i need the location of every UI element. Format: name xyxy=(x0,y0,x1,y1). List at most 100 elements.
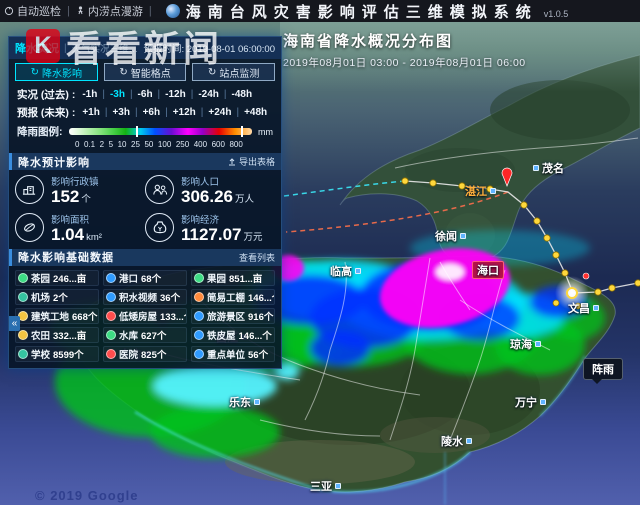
future-option-+3h[interactable]: +3h xyxy=(112,107,130,118)
base-data-section-header: 降水影响基础数据 查看列表 xyxy=(9,249,281,266)
header-separator: | xyxy=(64,43,67,54)
future-option-+48h[interactable]: +48h xyxy=(244,107,267,118)
city-label-wanning[interactable]: 万宁 xyxy=(515,394,546,410)
tab-precip-live[interactable]: 降水实况 xyxy=(15,40,59,56)
city-label-ledong[interactable]: 乐东 xyxy=(229,394,260,410)
base-data-title: 降水影响基础数据 xyxy=(18,249,114,265)
city-label-haikou[interactable]: 海口 xyxy=(472,261,504,279)
mode-button-smart-grid[interactable]: ↻ 智能格点 xyxy=(104,63,187,81)
category-dot-icon xyxy=(106,311,116,321)
future-option-+24h[interactable]: +24h xyxy=(208,107,231,118)
past-time-row: 实况 (过去) : -1h| -3h| -6h| -12h| -24h| -48… xyxy=(9,85,281,103)
refresh-icon: ↻ xyxy=(31,67,39,78)
category-dot-icon xyxy=(194,330,204,340)
legend-marker xyxy=(241,126,243,137)
category-dot-icon xyxy=(18,330,28,340)
base-item-farmland[interactable]: 农田332...亩 xyxy=(15,327,99,343)
legend-ticks: 00.1 25 1025 50100 250400 600800 xyxy=(17,139,273,149)
map-time-range: 2019年08月01日 03:00 - 2019年08月01日 06:00 xyxy=(283,55,526,70)
walking-person-icon xyxy=(76,6,85,17)
google-credit: © 2019 Google xyxy=(35,488,139,503)
category-dot-icon xyxy=(194,273,204,283)
area-icon xyxy=(22,220,37,235)
base-item-tea-garden[interactable]: 茶园246...亩 xyxy=(15,270,99,286)
refresh-icon: ↻ xyxy=(119,67,127,78)
mode-button-station-monitor[interactable]: ↻ 站点监测 xyxy=(192,63,275,81)
app-logo-icon xyxy=(166,4,180,18)
base-item-port[interactable]: 港口68个 xyxy=(103,270,187,286)
base-item-shed[interactable]: 简易工棚146...个 xyxy=(191,289,275,305)
future-label: 预报 (未来) : xyxy=(17,105,75,120)
base-data-grid: 茶园246...亩 港口68个 果园851...亩 机场2个 积水视频36个 简… xyxy=(9,266,281,368)
city-label-lingao[interactable]: 临高 xyxy=(330,263,361,279)
past-option--1h[interactable]: -1h xyxy=(82,89,97,100)
city-label-sanya[interactable]: 三亚 xyxy=(310,478,341,494)
city-marker xyxy=(355,268,361,274)
category-dot-icon xyxy=(106,292,116,302)
city-marker xyxy=(533,165,539,171)
past-option--12h[interactable]: -12h xyxy=(165,89,186,100)
city-marker xyxy=(335,483,341,489)
past-option--48h[interactable]: -48h xyxy=(232,89,253,100)
future-option-+1h[interactable]: +1h xyxy=(82,107,100,118)
stat-economy: 影响经济 1127.07万元 xyxy=(145,212,275,244)
people-icon xyxy=(152,183,168,197)
mode-button-row: ↻ 降水影响 ↻ 智能格点 ↻ 站点监测 xyxy=(9,59,281,85)
base-item-hospital[interactable]: 医院825个 xyxy=(103,346,187,362)
menu-separator: | xyxy=(149,5,152,17)
city-label-zhanjiang[interactable]: 湛江 xyxy=(465,183,496,199)
city-marker xyxy=(593,305,599,311)
category-dot-icon xyxy=(194,349,204,359)
refresh-icon: ↻ xyxy=(208,67,216,78)
category-dot-icon xyxy=(106,330,116,340)
export-table-link[interactable]: 导出表格 xyxy=(228,155,275,168)
menu-item-auto-patrol[interactable]: 自动巡检 xyxy=(4,3,61,19)
base-item-low-house[interactable]: 低矮房屋133...个 xyxy=(103,308,187,324)
base-item-construction-site[interactable]: 建筑工地668个 xyxy=(15,308,99,324)
city-label-maoming[interactable]: 茂名 xyxy=(533,160,564,176)
panel-collapse-handle[interactable]: « xyxy=(9,316,20,331)
mode-button-precip-impact[interactable]: ↻ 降水影响 xyxy=(15,63,98,81)
app-title: 海南台风灾害影响评估三维模拟系统 xyxy=(186,1,538,22)
map-title: 海南省降水概况分布图 xyxy=(283,30,526,51)
export-icon xyxy=(228,158,236,166)
city-label-qionghai[interactable]: 琼海 xyxy=(510,336,541,352)
weather-tooltip: 阵雨 xyxy=(583,358,623,380)
base-item-scenic-spot[interactable]: 旅游景区916个 xyxy=(191,308,275,324)
base-item-reservoir[interactable]: 水库627个 xyxy=(103,327,187,343)
menu-item-waterlog-roam[interactable]: 内涝点漫游 xyxy=(76,3,143,19)
category-dot-icon xyxy=(18,292,28,302)
stat-area: 影响面积 1.04km² xyxy=(15,212,145,244)
future-option-+6h[interactable]: +6h xyxy=(143,107,161,118)
base-item-orchard[interactable]: 果园851...亩 xyxy=(191,270,275,286)
view-list-link[interactable]: 查看列表 xyxy=(239,251,275,264)
city-label-xuwen[interactable]: 徐闻 xyxy=(435,228,466,244)
panel-subtitle: 天气实况三维分析 xyxy=(72,41,139,55)
category-dot-icon xyxy=(194,292,204,302)
base-item-flood-video[interactable]: 积水视频36个 xyxy=(103,289,187,305)
city-label-wenchang[interactable]: 文昌 xyxy=(568,300,599,316)
city-marker xyxy=(460,233,466,239)
past-option--3h[interactable]: -3h xyxy=(110,89,125,100)
future-option-+12h[interactable]: +12h xyxy=(173,107,196,118)
panel-header: 降水实况 | 天气实况三维分析 预报时间: 2019-08-01 06:00:0… xyxy=(9,37,281,59)
future-time-row: 预报 (未来) : +1h| +3h| +6h| +12h| +24h| +48… xyxy=(9,103,281,121)
city-marker xyxy=(535,341,541,347)
category-dot-icon xyxy=(18,273,28,283)
forecast-time: 预报时间: 2019-08-01 06:00:00 xyxy=(144,41,276,55)
stat-admin-towns: 影响行政镇 152个 xyxy=(15,174,145,206)
stat-population: 影响人口 306.26万人 xyxy=(145,174,275,206)
menu-separator: | xyxy=(67,5,70,17)
app-stage: 茂名 湛江 徐闻 海口 临高 文昌 琼海 万宁 陵水 三亚 乐东 东方 昌江 阵… xyxy=(0,0,640,505)
city-marker xyxy=(254,399,260,405)
base-item-school[interactable]: 学校8599个 xyxy=(15,346,99,362)
past-option--24h[interactable]: -24h xyxy=(198,89,219,100)
city-label-lingshui[interactable]: 陵水 xyxy=(441,433,472,449)
base-item-tin-house[interactable]: 铁皮屋146...个 xyxy=(191,327,275,343)
precipitation-panel: 降水实况 | 天气实况三维分析 预报时间: 2019-08-01 06:00:0… xyxy=(8,36,282,369)
category-dot-icon xyxy=(18,349,28,359)
auto-patrol-icon xyxy=(4,6,14,16)
base-item-airport[interactable]: 机场2个 xyxy=(15,289,99,305)
past-option--6h[interactable]: -6h xyxy=(138,89,153,100)
base-item-key-unit[interactable]: 重点单位56个 xyxy=(191,346,275,362)
